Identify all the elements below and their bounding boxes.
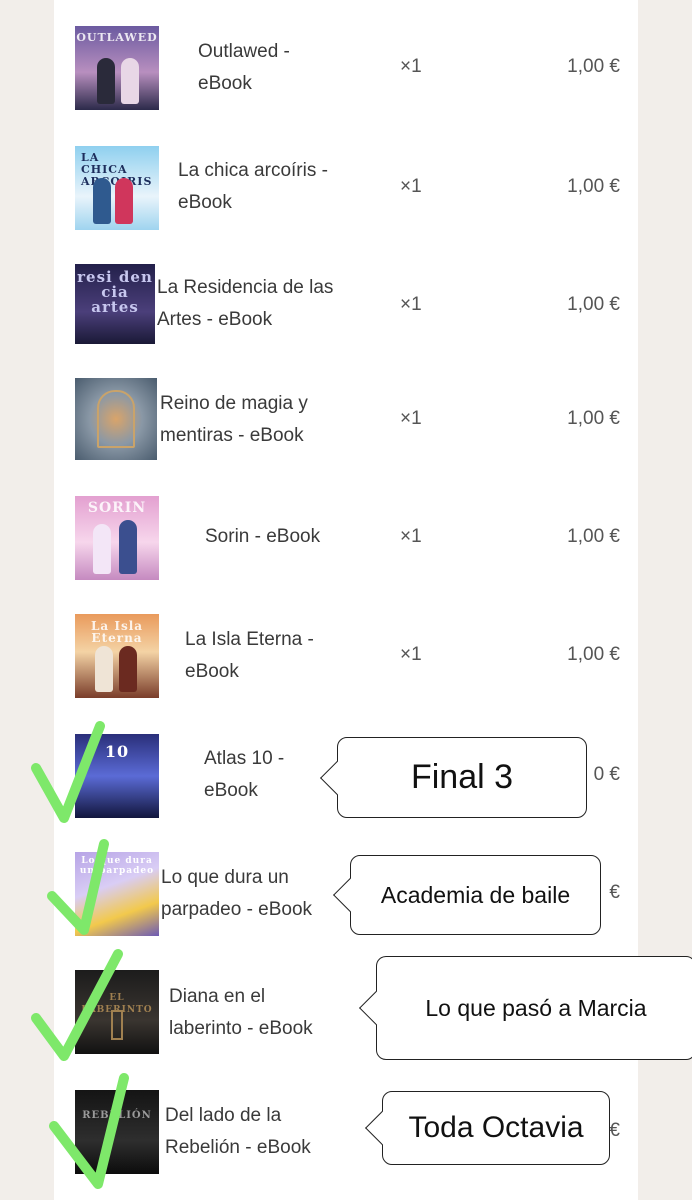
item-title[interactable]: Diana en el laberinto - eBook: [169, 981, 313, 1045]
cover-title: Lo que dura un parpadeo: [79, 856, 155, 876]
item-price: 1,00 €: [567, 408, 620, 429]
item-price: 1,00 €: [567, 294, 620, 315]
book-cover: Lo que dura un parpadeo: [75, 852, 159, 936]
cover-title: 10: [104, 742, 130, 761]
hourglass-icon: [111, 1010, 123, 1040]
item-quantity: ×1: [400, 56, 422, 77]
note-bubble: Academia de baile: [333, 855, 601, 935]
book-cover: resi den cia artes: [75, 264, 155, 344]
item-title[interactable]: Sorin - eBook: [205, 521, 320, 553]
note-bubble: Final 3: [320, 737, 587, 818]
cart-item[interactable]: La Isla Eterna La Isla Eterna - eBook ×1…: [54, 588, 638, 706]
item-quantity: ×1: [400, 294, 422, 315]
book-cover: REBELIÓN: [75, 1090, 159, 1174]
cart-item[interactable]: Reino de magia y mentiras - eBook ×1 1,0…: [54, 354, 638, 472]
cart-item[interactable]: OUTLAWED Outlawed - eBook ×1 1,00 €: [54, 0, 638, 110]
book-cover: OUTLAWED: [75, 26, 159, 110]
note-text: Final 3: [410, 758, 514, 796]
cover-title: resi den cia artes: [77, 268, 153, 316]
book-cover: SORIN: [75, 496, 159, 580]
cover-figure: [119, 520, 137, 574]
item-title[interactable]: Atlas 10 - eBook: [204, 743, 284, 807]
item-title[interactable]: Lo que dura un parpadeo - eBook: [161, 862, 312, 926]
book-cover: [75, 378, 157, 460]
item-quantity: ×1: [400, 526, 422, 547]
book-cover: La Isla Eterna: [75, 614, 159, 698]
cart-item[interactable]: SORIN Sorin - eBook ×1 1,00 €: [54, 470, 638, 588]
cover-title: SORIN: [87, 500, 147, 516]
item-quantity: ×1: [400, 644, 422, 665]
item-price: €: [609, 1120, 620, 1141]
item-price: 1,00 €: [567, 526, 620, 547]
note-text: Academia de baile: [380, 881, 571, 908]
item-price: €: [609, 882, 620, 903]
item-price: 1,00 €: [567, 176, 620, 197]
item-title[interactable]: Outlawed - eBook: [198, 36, 290, 100]
item-title[interactable]: La chica arcoíris - eBook: [178, 155, 328, 219]
note-bubble: Lo que pasó a Marcia: [359, 956, 692, 1060]
item-price: 0 €: [593, 764, 620, 785]
item-title[interactable]: La Isla Eterna - eBook: [185, 624, 314, 688]
cover-title: REBELIÓN: [82, 1110, 152, 1121]
cover-frame: [97, 390, 135, 448]
note-text: Lo que pasó a Marcia: [425, 994, 647, 1021]
item-price: 1,00 €: [567, 644, 620, 665]
cart-item[interactable]: resi den cia artes La Residencia de las …: [54, 238, 638, 356]
cover-figure: [93, 178, 111, 224]
cover-figure: [119, 646, 137, 692]
item-title[interactable]: La Residencia de las Artes - eBook: [157, 272, 333, 336]
note-bubble: Toda Octavia: [365, 1091, 610, 1165]
item-quantity: ×1: [400, 408, 422, 429]
note-text: Toda Octavia: [408, 1111, 584, 1144]
cover-figure: [121, 58, 139, 104]
item-quantity: ×1: [400, 176, 422, 197]
item-title[interactable]: Del lado de la Rebelión - eBook: [165, 1100, 311, 1164]
cover-figure: [93, 524, 111, 574]
book-cover: EL LABERINTO: [75, 970, 159, 1054]
cover-title: OUTLAWED: [76, 31, 158, 44]
cover-figure: [115, 178, 133, 224]
book-cover: 10: [75, 734, 159, 818]
cover-title: La Isla Eterna: [90, 619, 144, 645]
item-title[interactable]: Reino de magia y mentiras - eBook: [160, 388, 308, 452]
cart-item[interactable]: LA CHICA ARCOIRIS La chica arcoíris - eB…: [54, 120, 638, 238]
book-cover: LA CHICA ARCOIRIS: [75, 146, 159, 230]
item-price: 1,00 €: [567, 56, 620, 77]
cover-figure: [97, 58, 115, 104]
cover-figure: [95, 646, 113, 692]
